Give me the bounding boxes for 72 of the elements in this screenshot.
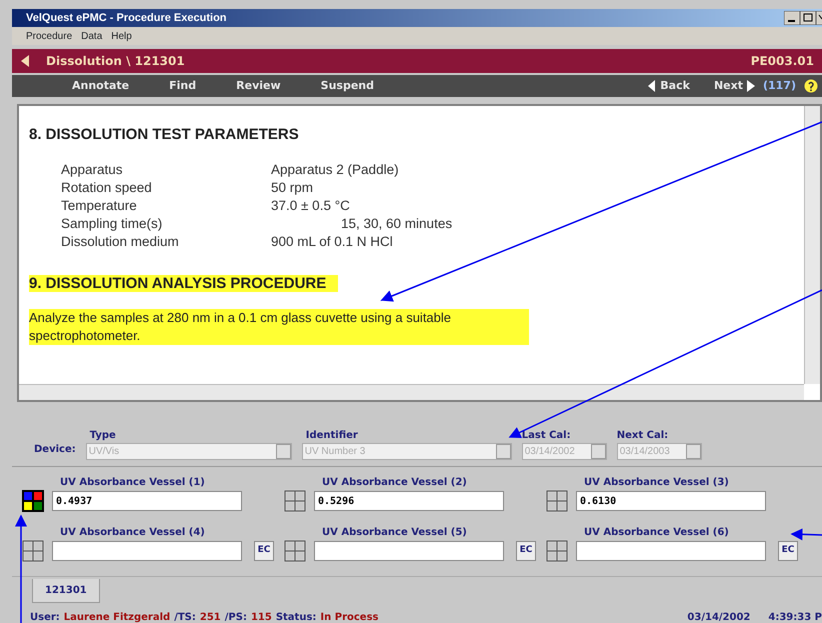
input-field[interactable] <box>576 540 766 560</box>
input-field[interactable] <box>314 540 504 560</box>
input-field[interactable]: 0.4937 <box>52 491 242 511</box>
menu-item[interactable]: Procedure <box>26 28 72 44</box>
window-title: VelQuest ePMC - Procedure Execution <box>26 10 227 26</box>
ec-button[interactable]: EC <box>254 540 274 560</box>
field-label: Next Cal: <box>616 429 670 443</box>
parameter-value: 15, 30, 60 minutes <box>340 214 454 232</box>
back-arrow-icon[interactable] <box>20 54 30 68</box>
status-value: Laurene Fitzgerald <box>64 610 170 623</box>
input-field[interactable]: 0.5296 <box>314 491 504 511</box>
left-triangle-icon <box>648 80 656 92</box>
grid-icon[interactable] <box>546 490 568 512</box>
status-value: In Process <box>320 610 378 623</box>
help-icon[interactable] <box>804 79 818 93</box>
toolbar-button[interactable]: Review <box>236 78 281 94</box>
field-label: UV Absorbance Vessel (3) <box>584 476 729 490</box>
status-label: Status: <box>276 610 316 623</box>
field-label: UV Absorbance Vessel (2) <box>322 476 467 490</box>
right-triangle-icon <box>746 80 755 92</box>
status-label: /TS: <box>174 610 196 623</box>
procedure-text: Analyze the samples at 280 nm in a 0.1 cm glass cuvette using a suitable spectrophotometer. <box>29 309 529 345</box>
toolbar-button[interactable]: Find <box>169 78 196 94</box>
section-heading: 8. DISSOLUTION TEST PARAMETERS <box>29 126 300 143</box>
next-button[interactable]: Next <box>714 78 755 94</box>
field-label: UV Absorbance Vessel (6) <box>584 526 729 540</box>
menu-item[interactable]: Data <box>81 28 102 44</box>
field-label: Type <box>90 429 117 443</box>
parameter-label: Rotation speed <box>61 178 153 196</box>
status-value: 251 <box>200 610 221 623</box>
status-label: User: <box>30 610 60 623</box>
ec-button[interactable]: EC <box>516 540 536 560</box>
minimize-icon[interactable] <box>784 11 800 25</box>
parameter-label: Sampling time(s) <box>61 214 164 232</box>
callout-arrow <box>790 528 822 540</box>
status-value: 115 <box>250 610 272 623</box>
procedure-title: Dissolution \ 121301 <box>46 53 185 70</box>
toolbar-button[interactable]: Suspend <box>320 78 374 94</box>
input-field[interactable]: 0.6130 <box>576 491 766 511</box>
toolbar-button[interactable]: Annotate <box>72 78 130 94</box>
status-grid-icon[interactable] <box>22 490 44 512</box>
input-field[interactable] <box>52 540 242 560</box>
vertical-scrollbar[interactable] <box>804 106 820 384</box>
parameter-value: Apparatus 2 (Paddle) <box>271 160 400 178</box>
parameter-label: Temperature <box>61 196 138 214</box>
step-count: (117) <box>762 78 796 94</box>
field-label: Last Cal: <box>522 429 572 443</box>
field-label: Identifier <box>306 429 359 443</box>
tab[interactable]: 121301 <box>32 579 100 603</box>
procedure-code: PE003.01 <box>750 53 814 70</box>
section-heading: 9. DISSOLUTION ANALYSIS PROCEDURE <box>29 274 338 292</box>
horizontal-scrollbar[interactable] <box>19 384 804 400</box>
grid-icon[interactable] <box>546 540 568 562</box>
parameter-label: Apparatus <box>61 160 124 178</box>
status-label: /PS: <box>224 610 247 623</box>
status-time: 4:39:33 P <box>768 610 822 623</box>
grid-icon[interactable] <box>284 490 306 512</box>
grid-icon[interactable] <box>284 540 306 562</box>
ec-button[interactable]: EC <box>778 540 798 560</box>
grid-icon[interactable] <box>22 540 44 562</box>
parameter-label: Dissolution medium <box>61 232 180 250</box>
device-label: Device: <box>34 443 76 457</box>
field-label: UV Absorbance Vessel (4) <box>60 526 205 540</box>
parameter-value: 37.0 ± 0.5 °C <box>271 196 351 214</box>
status-date: 03/14/2002 <box>687 610 750 623</box>
field-label: UV Absorbance Vessel (5) <box>322 526 467 540</box>
menu-item[interactable]: Help <box>111 28 132 44</box>
parameter-value: 50 rpm <box>271 178 314 196</box>
field-label: UV Absorbance Vessel (1) <box>60 476 205 490</box>
close-icon[interactable] <box>816 11 822 25</box>
back-button[interactable]: Back <box>648 78 690 94</box>
parameter-value: 900 mL of 0.1 N HCl <box>271 232 394 250</box>
